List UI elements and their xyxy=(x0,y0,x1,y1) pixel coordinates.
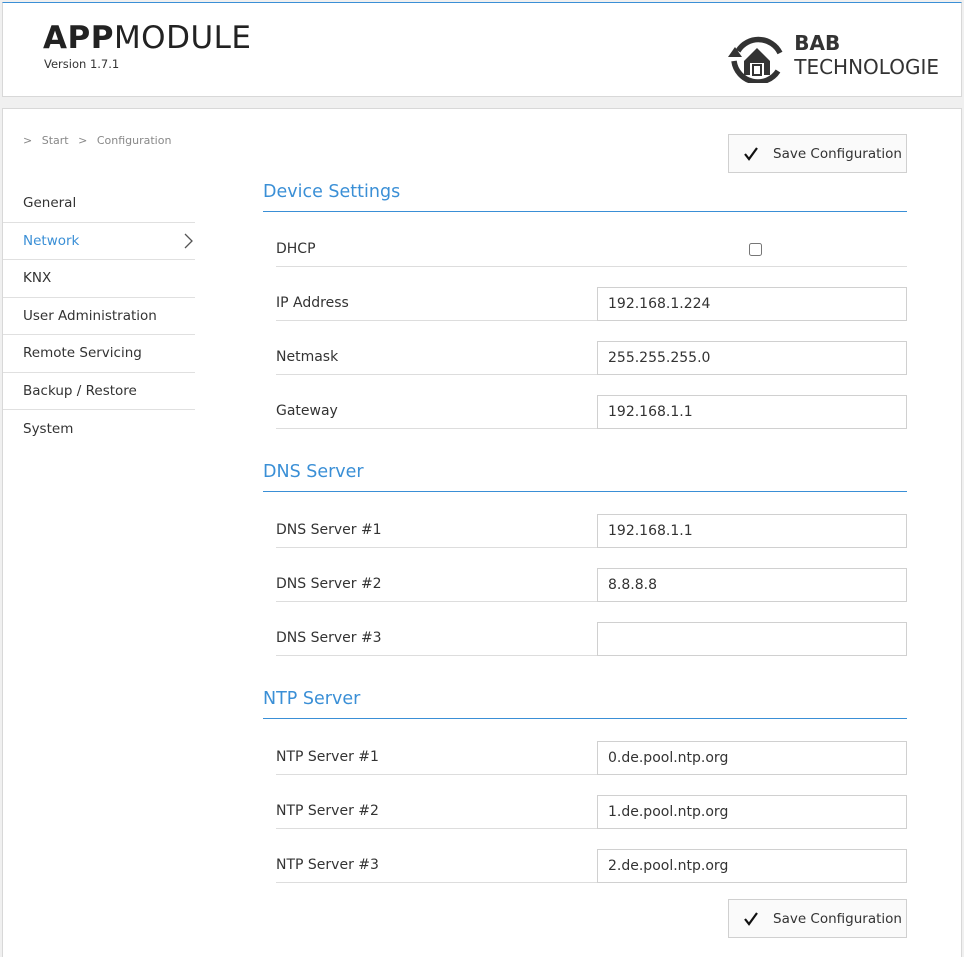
netmask-label: Netmask xyxy=(276,349,339,365)
main-panel: > Start > Configuration General Network … xyxy=(2,108,962,957)
app-title: APPMODULE xyxy=(43,21,252,55)
checkmark-icon xyxy=(744,911,758,926)
sidebar-item-general[interactable]: General xyxy=(3,185,195,223)
ntp-server-2-label: NTP Server #2 xyxy=(276,803,379,819)
netmask-row: Netmask xyxy=(276,341,907,375)
sidebar-nav: General Network KNX User Administration … xyxy=(3,185,195,448)
ntp-server-3-row: NTP Server #3 xyxy=(276,849,907,883)
ntp-server-1-input[interactable] xyxy=(597,741,907,775)
app-header: APPMODULE Version 1.7.1 BAB TECHNOLOGIE xyxy=(2,2,962,97)
ip-address-row: IP Address xyxy=(276,287,907,321)
save-configuration-button-bottom[interactable]: Save Configuration xyxy=(728,899,907,938)
dns-server-3-input[interactable] xyxy=(597,622,907,656)
app-title-bold: APP xyxy=(43,20,114,56)
sidebar-item-label: Backup / Restore xyxy=(23,382,137,399)
breadcrumb-start[interactable]: Start xyxy=(42,134,69,147)
chevron-right-icon xyxy=(184,233,193,248)
brand-line1: BAB xyxy=(794,31,841,55)
gateway-row: Gateway xyxy=(276,395,907,429)
breadcrumb-configuration[interactable]: Configuration xyxy=(97,134,172,147)
brand-logo: BAB TECHNOLOGIE xyxy=(726,27,939,83)
sidebar-item-network[interactable]: Network xyxy=(3,223,195,260)
brand-line2: TECHNOLOGIE xyxy=(794,55,939,79)
app-title-light: MODULE xyxy=(113,20,252,56)
section-title-dns-server: DNS Server xyxy=(263,462,907,492)
ntp-server-3-label: NTP Server #3 xyxy=(276,857,379,873)
sidebar-item-label: KNX xyxy=(23,270,52,287)
house-refresh-logo-icon xyxy=(728,36,783,83)
breadcrumb-separator: > xyxy=(23,134,33,147)
dns-server-1-input[interactable] xyxy=(597,514,907,548)
section-title-device-settings: Device Settings xyxy=(263,182,907,212)
ntp-server-3-input[interactable] xyxy=(597,849,907,883)
breadcrumb-separator: > xyxy=(78,134,88,147)
brand-text: BAB TECHNOLOGIE xyxy=(794,31,939,79)
save-button-label: Save Configuration xyxy=(773,910,902,927)
dhcp-label: DHCP xyxy=(276,241,316,257)
dhcp-row: DHCP xyxy=(276,233,907,267)
dns-server-3-row: DNS Server #3 xyxy=(276,622,907,656)
ntp-server-1-label: NTP Server #1 xyxy=(276,749,379,765)
dns-server-1-label: DNS Server #1 xyxy=(276,522,382,538)
ntp-server-2-row: NTP Server #2 xyxy=(276,795,907,829)
ip-address-label: IP Address xyxy=(276,295,349,311)
gateway-input[interactable] xyxy=(597,395,907,429)
ntp-server-2-input[interactable] xyxy=(597,795,907,829)
version-label: Version 1.7.1 xyxy=(44,57,120,71)
dns-server-2-input[interactable] xyxy=(597,568,907,602)
ip-address-input[interactable] xyxy=(597,287,907,321)
dns-server-2-row: DNS Server #2 xyxy=(276,568,907,602)
gateway-label: Gateway xyxy=(276,403,338,419)
dns-server-3-label: DNS Server #3 xyxy=(276,630,382,646)
sidebar-item-label: User Administration xyxy=(23,307,157,324)
sidebar-item-user-administration[interactable]: User Administration xyxy=(3,298,195,335)
sidebar-item-label: Network xyxy=(23,232,80,249)
checkmark-icon xyxy=(744,146,758,161)
sidebar-item-label: General xyxy=(23,195,77,212)
sidebar-item-backup-restore[interactable]: Backup / Restore xyxy=(3,373,195,410)
breadcrumb: > Start > Configuration xyxy=(23,134,177,147)
save-configuration-button-top[interactable]: Save Configuration xyxy=(728,134,907,173)
dns-server-1-row: DNS Server #1 xyxy=(276,514,907,548)
sidebar-item-label: Remote Servicing xyxy=(23,345,142,362)
section-title-ntp-server: NTP Server xyxy=(263,689,907,719)
sidebar-item-label: System xyxy=(23,420,74,437)
sidebar-item-knx[interactable]: KNX xyxy=(3,260,195,298)
ntp-server-1-row: NTP Server #1 xyxy=(276,741,907,775)
dns-server-2-label: DNS Server #2 xyxy=(276,576,382,592)
netmask-input[interactable] xyxy=(597,341,907,375)
sidebar-item-remote-servicing[interactable]: Remote Servicing xyxy=(3,335,195,373)
dhcp-checkbox[interactable] xyxy=(749,243,762,256)
sidebar-item-system[interactable]: System xyxy=(3,410,195,448)
save-button-label: Save Configuration xyxy=(773,145,902,162)
